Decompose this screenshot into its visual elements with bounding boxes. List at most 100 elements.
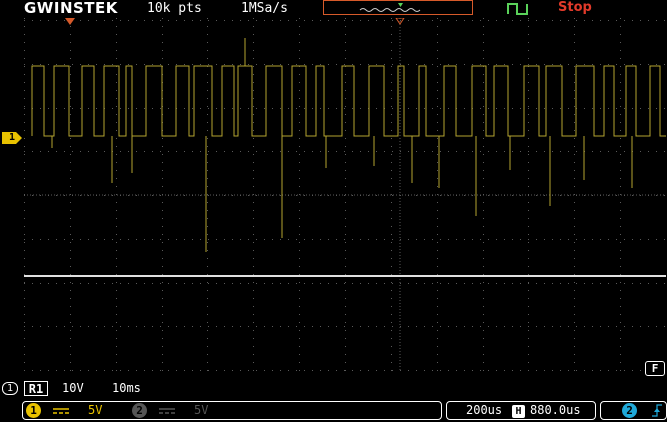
grid-dot (616, 108, 617, 109)
grid-dot (128, 326, 129, 327)
run-stop-status[interactable]: Stop (558, 0, 592, 15)
grid-dot (620, 306, 621, 307)
grid-dot (88, 64, 89, 65)
grid-dot (528, 114, 529, 115)
grid-dot (483, 186, 484, 187)
grid-dot (304, 151, 305, 152)
grid-dot (253, 58, 254, 59)
grid-dot (352, 20, 353, 21)
grid-dot (632, 239, 633, 240)
grid-dot (296, 151, 297, 152)
grid-dot (345, 18, 346, 19)
grid-dot (391, 218, 392, 219)
memory-window-indicator (323, 0, 473, 15)
grid-dot (344, 326, 345, 327)
grid-dot (480, 283, 481, 284)
grid-dot (162, 186, 163, 187)
grid-dot (144, 326, 145, 327)
grid-dot (560, 20, 561, 21)
grid-dot (24, 354, 25, 355)
grid-dot (408, 108, 409, 109)
grid-dot (568, 283, 569, 284)
grid-dot (162, 34, 163, 35)
grid-dot (144, 108, 145, 109)
grid-dot (488, 64, 489, 65)
grid-dot (400, 283, 401, 284)
grid-dot (416, 20, 417, 21)
grid-dot (392, 195, 393, 196)
grid-dot (299, 114, 300, 115)
grid-dot (632, 20, 633, 21)
grid-dot (216, 239, 217, 240)
grid-dot (576, 239, 577, 240)
grid-dot (592, 20, 593, 21)
grid-dot (608, 195, 609, 196)
grid-dot (24, 362, 25, 363)
ch1-badge[interactable]: 1 (26, 403, 41, 418)
grid-dot (70, 58, 71, 59)
grid-dot (391, 98, 392, 99)
grid-dot (368, 20, 369, 21)
ch1-volt-scale[interactable]: 5V (88, 403, 102, 417)
grid-dot (574, 162, 575, 163)
waveform-display[interactable] (24, 17, 667, 378)
grid-dot (424, 108, 425, 109)
grid-dot (64, 64, 65, 65)
grid-dot (437, 26, 438, 27)
grid-dot (391, 258, 392, 259)
grid-dot (584, 20, 585, 21)
grid-dot (345, 306, 346, 307)
grid-dot (299, 186, 300, 187)
grid-dot (162, 370, 163, 371)
grid-dot (528, 338, 529, 339)
grid-dot (64, 283, 65, 284)
grid-dot (592, 370, 593, 371)
grid-dot (116, 98, 117, 99)
grid-dot (345, 50, 346, 51)
grid-dot (574, 346, 575, 347)
grid-dot (391, 42, 392, 43)
grid-dot (253, 362, 254, 363)
grid-dot (483, 226, 484, 227)
grid-dot (574, 66, 575, 67)
function-key-button[interactable]: F (645, 361, 665, 376)
ch2-badge[interactable]: 2 (132, 403, 147, 418)
grid-dot (232, 195, 233, 196)
grid-dot (574, 234, 575, 235)
grid-dot (648, 239, 649, 240)
grid-dot (116, 354, 117, 355)
grid-dot (24, 42, 25, 43)
grid-dot (656, 64, 657, 65)
grid-dot (280, 108, 281, 109)
ch2-volt-scale[interactable]: 5V (194, 403, 208, 417)
grid-dot (312, 370, 313, 371)
grid-dot (200, 151, 201, 152)
grid-dot (256, 64, 257, 65)
reference-name[interactable]: R1 (24, 381, 48, 396)
grid-dot (488, 370, 489, 371)
grid-dot (483, 290, 484, 291)
grid-dot (112, 20, 113, 21)
grid-dot (391, 130, 392, 131)
grid-dot (264, 326, 265, 327)
grid-dot (574, 314, 575, 315)
grid-dot (207, 162, 208, 163)
grid-dot (70, 194, 71, 195)
timebase-scale[interactable]: 200us (466, 403, 502, 417)
grid-dot (544, 64, 545, 65)
grid-dot (416, 239, 417, 240)
ch1-ground-marker[interactable]: 1 (2, 132, 22, 144)
grid-dot (632, 108, 633, 109)
grid-dot (144, 64, 145, 65)
horizontal-position[interactable]: 880.0us (530, 403, 581, 417)
grid-dot (32, 370, 33, 371)
grid-dot (648, 20, 649, 21)
brand-logo: GWINSTEK (24, 0, 118, 17)
grid-dot (112, 370, 113, 371)
trigger-source-badge[interactable]: 2 (622, 403, 637, 418)
grid-dot (528, 330, 529, 331)
grid-dot (480, 64, 481, 65)
grid-dot (574, 266, 575, 267)
grid-dot (472, 64, 473, 65)
grid-dot (32, 239, 33, 240)
